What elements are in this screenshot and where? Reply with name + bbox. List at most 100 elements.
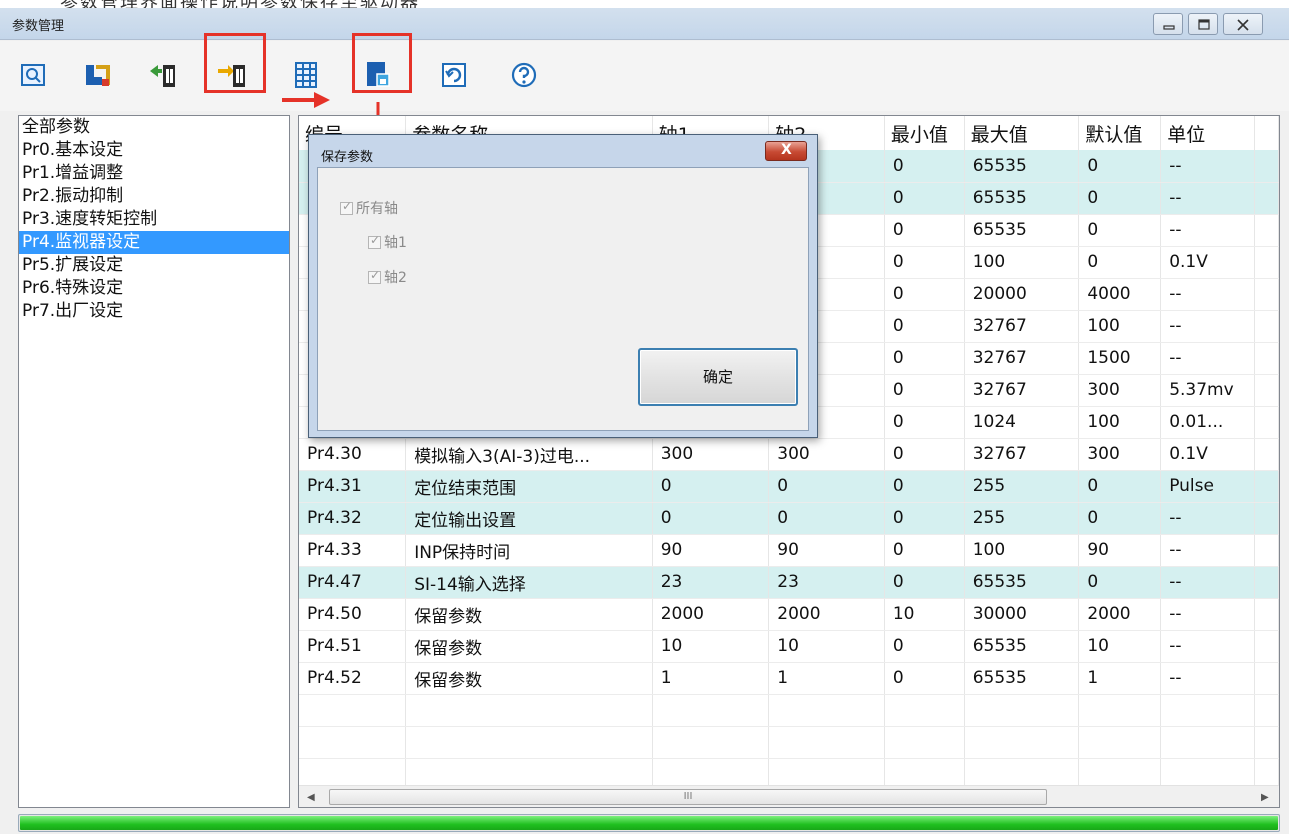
table-row[interactable]: Pr4.33 INP保持时间 90 90 0 100 90 -- bbox=[299, 534, 1279, 567]
table-cell: 0 bbox=[884, 534, 965, 567]
table-row[interactable]: Pr4.50 保留参数 2000 2000 10 30000 2000 -- bbox=[299, 598, 1279, 631]
table-cell-overflow bbox=[1254, 214, 1279, 247]
table-cell: SI-14输入选择 bbox=[405, 566, 653, 599]
all-axes-checkbox[interactable]: 所有轴 bbox=[340, 198, 398, 218]
axis1-checkbox[interactable]: 轴1 bbox=[368, 232, 407, 252]
table-cell: 1 bbox=[652, 662, 770, 695]
tree-item[interactable]: Pr6.特殊设定 bbox=[19, 277, 289, 300]
download-highlight bbox=[204, 33, 266, 93]
refresh-button[interactable] bbox=[434, 55, 474, 95]
table-row[interactable]: Pr4.47 SI-14输入选择 23 23 0 65535 0 -- bbox=[299, 566, 1279, 599]
save-file-button[interactable] bbox=[78, 55, 118, 95]
tree-item[interactable]: Pr3.速度转矩控制 bbox=[19, 208, 289, 231]
table-cell: 保留参数 bbox=[405, 598, 653, 631]
table-cell: 10 bbox=[652, 630, 770, 663]
tree-item[interactable]: Pr5.扩展设定 bbox=[19, 254, 289, 277]
table-cell: -- bbox=[1160, 662, 1256, 695]
table-cell: 保留参数 bbox=[405, 630, 653, 663]
tree-item[interactable]: Pr2.振动抑制 bbox=[19, 185, 289, 208]
maximize-button[interactable] bbox=[1188, 13, 1218, 35]
table-cell: -- bbox=[1160, 182, 1256, 215]
table-cell: 0.1V bbox=[1160, 438, 1256, 471]
table-cell: Pulse bbox=[1160, 470, 1256, 503]
table-cell: 1500 bbox=[1078, 342, 1162, 375]
table-cell bbox=[299, 694, 407, 727]
table-cell-overflow bbox=[1254, 406, 1279, 439]
checkbox-icon bbox=[340, 199, 353, 215]
open-button[interactable] bbox=[14, 55, 54, 95]
table-cell: 0 bbox=[884, 438, 965, 471]
table-cell: 0 bbox=[884, 566, 965, 599]
table-cell bbox=[1254, 694, 1279, 727]
tree-item[interactable]: Pr0.基本设定 bbox=[19, 139, 289, 162]
table-cell: 32767 bbox=[964, 438, 1080, 471]
table-cell: 0 bbox=[884, 502, 965, 535]
close-window-button[interactable] bbox=[1223, 13, 1263, 35]
column-header[interactable]: 单位 bbox=[1160, 116, 1256, 150]
table-cell: 0 bbox=[884, 342, 965, 375]
table-cell: 1 bbox=[1078, 662, 1162, 695]
table-cell bbox=[405, 694, 653, 727]
table-cell: 65535 bbox=[964, 182, 1080, 215]
dialog-close-button[interactable]: X bbox=[765, 141, 807, 161]
table-row[interactable]: Pr4.52 保留参数 1 1 0 65535 1 -- bbox=[299, 662, 1279, 695]
maximize-icon bbox=[1198, 19, 1210, 30]
table-cell: 65535 bbox=[964, 150, 1080, 183]
scroll-right-icon[interactable]: ▶ bbox=[1261, 792, 1269, 803]
save-params-dialog: 保存参数 X 所有轴 轴1 轴2 确定 bbox=[308, 134, 818, 438]
table-cell: 65535 bbox=[964, 630, 1080, 663]
param-group-tree[interactable]: 全部参数 Pr0.基本设定 Pr1.增益调整 Pr2.振动抑制 Pr3.速度转矩控制 Pr… bbox=[18, 115, 290, 808]
table-cell bbox=[299, 726, 407, 759]
table-cell bbox=[964, 694, 1080, 727]
axis2-checkbox[interactable]: 轴2 bbox=[368, 267, 407, 287]
close-icon bbox=[1237, 19, 1249, 31]
checkbox-icon bbox=[368, 233, 381, 249]
upload-button[interactable] bbox=[142, 55, 182, 95]
table-cell: 32767 bbox=[964, 342, 1080, 375]
tree-item[interactable]: Pr4.监视器设定 bbox=[19, 231, 289, 254]
column-header-overflow bbox=[1254, 116, 1279, 150]
scroll-left-icon[interactable]: ◀ bbox=[307, 792, 315, 803]
horizontal-scrollbar[interactable]: ◀ III ▶ bbox=[299, 785, 1279, 807]
confirm-button[interactable]: 确定 bbox=[638, 348, 798, 406]
table-cell: 0 bbox=[884, 470, 965, 503]
table-cell: 0 bbox=[652, 502, 770, 535]
table-cell: 5.37mv bbox=[1160, 374, 1256, 407]
table-cell bbox=[652, 726, 770, 759]
title-bar: 参数管理 bbox=[0, 8, 1289, 40]
minimize-button[interactable] bbox=[1153, 13, 1183, 35]
table-cell: 1 bbox=[768, 662, 885, 695]
table-cell: -- bbox=[1160, 630, 1256, 663]
scroll-thumb[interactable]: III bbox=[329, 789, 1047, 805]
table-cell: 65535 bbox=[964, 566, 1080, 599]
column-header[interactable]: 最大值 bbox=[964, 116, 1080, 150]
table-cell: 2000 bbox=[1078, 598, 1162, 631]
table-cell bbox=[1160, 694, 1256, 727]
table-cell bbox=[1078, 726, 1162, 759]
table-cell: 4000 bbox=[1078, 278, 1162, 311]
table-row[interactable]: Pr4.51 保留参数 10 10 0 65535 10 -- bbox=[299, 630, 1279, 663]
table-cell: 0 bbox=[1078, 470, 1162, 503]
help-icon bbox=[511, 62, 537, 88]
close-icon: X bbox=[781, 142, 792, 158]
tree-item[interactable]: Pr1.增益调整 bbox=[19, 162, 289, 185]
param-manager-window: 参数管理界面操作说明参数保存至驱动器 参数管理 bbox=[0, 0, 1289, 834]
table-cell: 0 bbox=[884, 182, 965, 215]
table-row[interactable]: Pr4.30 模拟输入3(AI-3)过电... 300 300 0 32767 300 0.1… bbox=[299, 438, 1279, 471]
table-row[interactable]: Pr4.32 定位输出设置 0 0 0 255 0 -- bbox=[299, 502, 1279, 535]
table-row[interactable]: Pr4.31 定位结束范围 0 0 0 255 0 Pulse bbox=[299, 470, 1279, 503]
tree-item[interactable]: Pr7.出厂设定 bbox=[19, 300, 289, 323]
column-header[interactable]: 默认值 bbox=[1078, 116, 1162, 150]
column-header[interactable]: 最小值 bbox=[884, 116, 965, 150]
progress-fill bbox=[20, 816, 1278, 830]
table-cell-overflow bbox=[1254, 310, 1279, 343]
table-cell: 0 bbox=[1078, 566, 1162, 599]
table-cell: 0 bbox=[652, 470, 770, 503]
table-cell bbox=[1078, 694, 1162, 727]
table-cell-overflow bbox=[1254, 630, 1279, 663]
table-cell: 10 bbox=[768, 630, 885, 663]
table-cell: 0 bbox=[884, 374, 965, 407]
help-button[interactable] bbox=[504, 55, 544, 95]
table-cell-overflow bbox=[1254, 182, 1279, 215]
tree-item[interactable]: 全部参数 bbox=[19, 116, 289, 139]
